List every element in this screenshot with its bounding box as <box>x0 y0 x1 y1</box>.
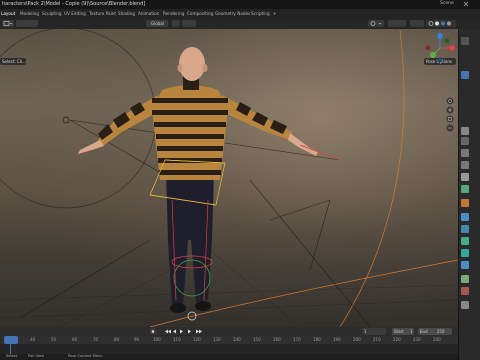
tick-label: 160 <box>273 337 281 342</box>
tab-texture-paint[interactable]: Texture Paint <box>89 11 116 16</box>
tick-label: 120 <box>193 337 201 342</box>
world-tab-icon[interactable] <box>461 185 469 193</box>
status-bar: Select Pan View Pose Context Menu <box>0 354 458 360</box>
start-value: 1 <box>410 329 413 334</box>
start-frame-field[interactable]: Start 1 <box>392 328 414 335</box>
add-workspace-button[interactable]: + <box>273 11 277 16</box>
playhead[interactable] <box>4 336 18 344</box>
tick-label: 200 <box>353 337 361 342</box>
navigation-gizmo[interactable] <box>424 32 456 64</box>
view-nav-buttons <box>445 97 455 137</box>
status-pan-hint: Pan View <box>28 354 45 358</box>
window-close-icon[interactable] <box>463 1 469 7</box>
overlay-toggle[interactable] <box>410 20 424 27</box>
end-frame-field[interactable]: End 250 <box>418 328 452 335</box>
selected-row-icon[interactable] <box>461 71 469 79</box>
render-tab-icon[interactable] <box>461 137 469 145</box>
mode-selector[interactable] <box>16 20 38 27</box>
bone-tab-icon[interactable] <box>461 275 469 283</box>
tab-sculpting[interactable]: Sculpting <box>42 11 62 16</box>
workspace-tabs: Layout Modeling Sculpting UV Editing Tex… <box>0 9 480 19</box>
global-label: Global <box>151 21 164 26</box>
scene-selector[interactable]: Scene <box>440 1 454 6</box>
constraints-tab-icon[interactable] <box>461 249 469 257</box>
start-label: Start <box>394 329 404 334</box>
properties-panel <box>458 29 480 360</box>
scene-tab-icon[interactable] <box>461 173 469 181</box>
output-tab-icon[interactable] <box>461 149 469 157</box>
tool-subheader: Select: Cli... Pose Options <box>0 58 458 66</box>
visibility-button[interactable] <box>368 20 384 27</box>
tab-animation[interactable]: Animation <box>138 11 159 16</box>
snap-button[interactable] <box>182 20 196 27</box>
shading-modes[interactable] <box>426 20 456 27</box>
viewport-scene <box>0 29 458 327</box>
tool-tab-icon[interactable] <box>461 127 469 135</box>
tick-label: 50 <box>51 337 57 342</box>
tick-label: 70 <box>93 337 99 342</box>
light-center-icon <box>62 116 70 124</box>
window-title: haracters\Pack 2\Model - Copie (9)\Sourc… <box>2 1 146 7</box>
viewport-header: Global <box>0 19 480 29</box>
tick-label: 80 <box>114 337 120 342</box>
transform-orientation[interactable]: Global <box>146 20 168 27</box>
tab-compositing[interactable]: Compositing <box>187 11 213 16</box>
tick-label: 40 <box>30 337 36 342</box>
left-hand <box>78 140 104 154</box>
end-value: 250 <box>436 329 445 334</box>
3d-viewport[interactable]: Select: Cli... Pose Options <box>0 29 458 327</box>
character-model <box>78 47 318 313</box>
tick-label: 190 <box>333 337 341 342</box>
select-mode-label: Select: Cli... <box>2 59 26 64</box>
timeline-controls: 1 Start 1 End 250 <box>0 327 458 336</box>
current-frame-field[interactable]: 1 <box>362 328 386 335</box>
texture-tab-icon[interactable] <box>461 301 469 309</box>
gizmo-toggle[interactable] <box>388 20 406 27</box>
material-tab-icon[interactable] <box>461 287 469 295</box>
tick-label: 110 <box>173 337 181 342</box>
modifier-tab-icon[interactable] <box>461 213 469 221</box>
tab-shading[interactable]: Shading <box>118 11 135 16</box>
particles-tab-icon[interactable] <box>461 225 469 233</box>
editor-type-button[interactable] <box>2 20 14 27</box>
pivot-button[interactable] <box>172 20 180 27</box>
tick-label: 210 <box>373 337 381 342</box>
outliner-icon[interactable] <box>461 37 469 45</box>
end-label: End <box>420 329 428 334</box>
tab-uv-editing[interactable]: UV Editing <box>64 11 86 16</box>
frame-ruler[interactable]: 40 50 60 70 80 90 100 110 120 130 140 15… <box>0 336 458 344</box>
tab-scripting[interactable]: Scripting <box>251 11 270 16</box>
tick-label: 100 <box>153 337 161 342</box>
tick-label: 230 <box>413 337 421 342</box>
tick-label: 240 <box>433 337 441 342</box>
tick-label: 150 <box>253 337 261 342</box>
view-layer-tab-icon[interactable] <box>461 161 469 169</box>
status-select-hint: Select <box>6 354 18 358</box>
select-mode-button[interactable]: Select: Cli... <box>0 58 26 65</box>
tab-geometry-nodes[interactable]: Geometry Nodes <box>215 11 250 16</box>
status-context-hint: Pose Context Menu <box>68 354 103 358</box>
tick-label: 130 <box>213 337 221 342</box>
title-bar: haracters\Pack 2\Model - Copie (9)\Sourc… <box>0 0 480 9</box>
tab-modeling[interactable]: Modeling <box>20 11 39 16</box>
tab-layout[interactable]: Layout <box>1 11 15 16</box>
tick-label: 60 <box>72 337 78 342</box>
tick-label: 180 <box>313 337 321 342</box>
playback-buttons[interactable] <box>150 328 210 335</box>
tick-label: 90 <box>134 337 140 342</box>
tab-rendering[interactable]: Rendering <box>163 11 184 16</box>
right-shoe <box>195 301 211 311</box>
tick-label: 140 <box>233 337 241 342</box>
right-hand <box>288 133 318 156</box>
playhead-line <box>10 344 11 354</box>
physics-tab-icon[interactable] <box>461 237 469 245</box>
object-tab-icon[interactable] <box>461 199 469 207</box>
data-tab-icon[interactable] <box>461 261 469 269</box>
left-shoe <box>170 303 186 313</box>
tick-label: 170 <box>293 337 301 342</box>
tick-label: 220 <box>393 337 401 342</box>
